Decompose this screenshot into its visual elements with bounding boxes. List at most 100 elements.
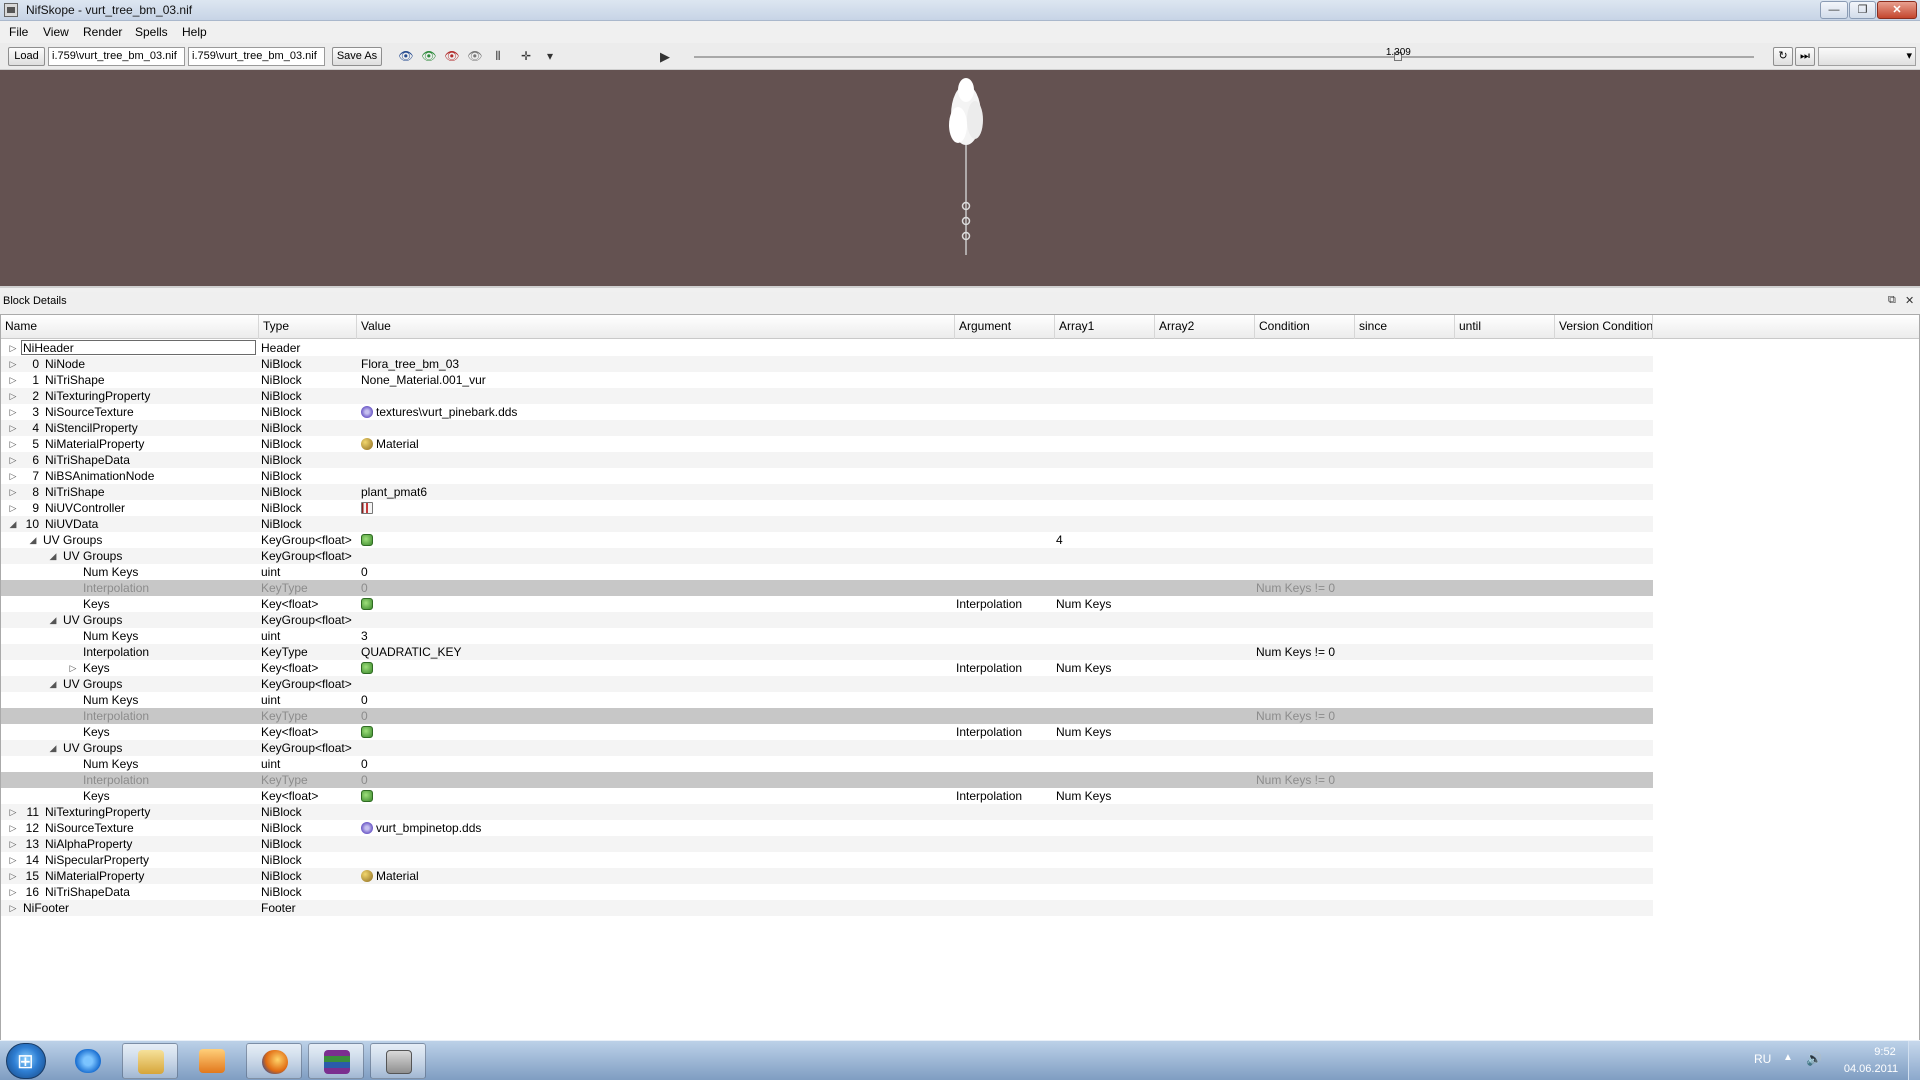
row-value[interactable]	[361, 836, 951, 852]
animation-sequence-select[interactable]	[1818, 47, 1916, 66]
tree-row[interactable]: ▷ 9 NiUVController NiBlock	[1, 500, 1653, 516]
tree-row[interactable]: Num Keys uint 0	[1, 564, 1653, 580]
collapse-arrow-icon[interactable]: ◢	[48, 548, 58, 564]
dock-close-button[interactable]: ✕	[1905, 294, 1914, 307]
expand-arrow-icon[interactable]: ▷	[8, 372, 18, 388]
row-value[interactable]	[361, 884, 951, 900]
collapse-arrow-icon[interactable]: ◢	[28, 532, 38, 548]
save-path-field[interactable]: i.759\vurt_tree_bm_03.nif	[188, 47, 325, 66]
tree-row[interactable]: ▷ 3 NiSourceTexture NiBlock textures\vurt_pi…	[1, 404, 1653, 420]
walk-mode-icon[interactable]: ⫴	[490, 49, 506, 64]
expand-arrow-icon[interactable]: ▷	[68, 660, 78, 676]
row-value[interactable]	[361, 548, 951, 564]
row-value[interactable]: 3	[361, 628, 951, 644]
language-indicator[interactable]: RU	[1754, 1052, 1771, 1066]
block-details-tree[interactable]: Name Type Value Argument Array1 Array2 C…	[0, 314, 1920, 1041]
row-value[interactable]	[361, 676, 951, 692]
expand-arrow-icon[interactable]: ▷	[8, 500, 18, 516]
tree-row[interactable]: ▷ NiHeader Header	[1, 340, 1653, 356]
winrar-icon[interactable]	[308, 1043, 364, 1079]
row-value[interactable]	[361, 724, 951, 740]
load-path-field[interactable]: i.759\vurt_tree_bm_03.nif	[48, 47, 185, 66]
internet-explorer-icon[interactable]	[60, 1043, 116, 1079]
play-icon[interactable]: ▶	[660, 49, 670, 65]
expand-arrow-icon[interactable]: ▷	[8, 340, 18, 356]
tree-row[interactable]: ▷ 11 NiTexturingProperty NiBlock	[1, 804, 1653, 820]
row-value[interactable]	[361, 596, 951, 612]
menu-render[interactable]: Render	[83, 25, 122, 39]
row-value[interactable]	[361, 340, 951, 356]
expand-arrow-icon[interactable]: ▷	[8, 820, 18, 836]
tree-row[interactable]: ▷ 13 NiAlphaProperty NiBlock	[1, 836, 1653, 852]
menu-view[interactable]: View	[43, 25, 69, 39]
row-value[interactable]: 0	[361, 580, 951, 596]
col-version-condition[interactable]: Version Condition	[1555, 315, 1653, 339]
tree-row[interactable]: ◢ UV Groups KeyGroup<float>	[1, 740, 1653, 756]
row-value[interactable]	[361, 852, 951, 868]
minimize-button[interactable]: —	[1820, 1, 1848, 19]
view-front-icon[interactable]: 👁	[421, 49, 437, 64]
row-value[interactable]	[361, 740, 951, 756]
row-value[interactable]	[361, 900, 951, 916]
load-button[interactable]: Load	[8, 47, 45, 66]
toolbar-dropdown-icon[interactable]: ▾	[542, 49, 558, 64]
tree-row[interactable]: ◢ 10 NiUVData NiBlock	[1, 516, 1653, 532]
tree-row[interactable]: ◢ UV Groups KeyGroup<float> 4	[1, 532, 1653, 548]
expand-arrow-icon[interactable]: ▷	[8, 852, 18, 868]
nifskope-icon[interactable]	[370, 1043, 426, 1079]
view-side-icon[interactable]: 👁	[444, 49, 460, 64]
tree-row[interactable]: ◢ UV Groups KeyGroup<float>	[1, 676, 1653, 692]
col-until[interactable]: until	[1455, 315, 1555, 339]
expand-arrow-icon[interactable]: ▷	[8, 420, 18, 436]
col-value[interactable]: Value	[357, 315, 955, 339]
tree-row[interactable]: Keys Key<float> Interpolation Num Keys	[1, 724, 1653, 740]
menu-help[interactable]: Help	[182, 25, 207, 39]
tree-row[interactable]: ◢ UV Groups KeyGroup<float>	[1, 612, 1653, 628]
tree-row[interactable]: Interpolation KeyType 0 Num Keys != 0	[1, 708, 1653, 724]
tree-row[interactable]: Num Keys uint 0	[1, 692, 1653, 708]
col-condition[interactable]: Condition	[1255, 315, 1355, 339]
expand-arrow-icon[interactable]: ▷	[8, 468, 18, 484]
expand-arrow-icon[interactable]: ▷	[8, 484, 18, 500]
row-value[interactable]	[361, 500, 951, 516]
tree-row[interactable]: Keys Key<float> Interpolation Num Keys	[1, 788, 1653, 804]
col-array1[interactable]: Array1	[1055, 315, 1155, 339]
expand-arrow-icon[interactable]: ▷	[8, 356, 18, 372]
row-value[interactable]: 0	[361, 564, 951, 580]
tree-row[interactable]: ◢ UV Groups KeyGroup<float>	[1, 548, 1653, 564]
row-value[interactable]: Material	[361, 436, 951, 452]
collapse-arrow-icon[interactable]: ◢	[48, 612, 58, 628]
tree-row[interactable]: ▷ 15 NiMaterialProperty NiBlock Material	[1, 868, 1653, 884]
time-slider[interactable]	[694, 56, 1754, 58]
tree-row[interactable]: Interpolation KeyType QUADRATIC_KEY Num Key…	[1, 644, 1653, 660]
render-viewport[interactable]	[0, 70, 1920, 288]
tree-row[interactable]: Keys Key<float> Interpolation Num Keys	[1, 596, 1653, 612]
row-value[interactable]: 0	[361, 708, 951, 724]
maximize-button[interactable]: ❐	[1849, 1, 1876, 19]
row-value[interactable]	[361, 420, 951, 436]
show-desktop-button[interactable]	[1908, 1041, 1920, 1080]
expand-arrow-icon[interactable]: ▷	[8, 884, 18, 900]
expand-arrow-icon[interactable]: ▷	[8, 804, 18, 820]
tray-expand-icon[interactable]: ▲	[1783, 1052, 1793, 1063]
row-value[interactable]	[361, 804, 951, 820]
clock-date[interactable]: 04.06.2011	[1836, 1063, 1906, 1075]
volume-icon[interactable]: 🔊	[1806, 1051, 1822, 1067]
view-top-icon[interactable]: 👁	[398, 49, 414, 64]
tree-row[interactable]: ▷ Keys Key<float> Interpolation Num Keys	[1, 660, 1653, 676]
switch-sequence-icon[interactable]: ⏭	[1795, 47, 1815, 66]
row-value[interactable]	[361, 532, 951, 548]
row-value[interactable]	[361, 388, 951, 404]
tree-row[interactable]: Num Keys uint 3	[1, 628, 1653, 644]
explorer-folder-icon[interactable]	[122, 1043, 178, 1079]
tree-row[interactable]: ▷ 12 NiSourceTexture NiBlock vurt_bmpinetop.…	[1, 820, 1653, 836]
col-name[interactable]: Name	[1, 315, 259, 339]
col-type[interactable]: Type	[259, 315, 357, 339]
axis-flip-icon[interactable]: ✛	[518, 49, 534, 64]
row-value[interactable]	[361, 468, 951, 484]
tree-row[interactable]: ▷ 0 NiNode NiBlock Flora_tree_bm_03	[1, 356, 1653, 372]
row-value[interactable]: Material	[361, 868, 951, 884]
row-value[interactable]: textures\vurt_pinebark.dds	[361, 404, 951, 420]
tree-row[interactable]: ▷ 5 NiMaterialProperty NiBlock Material	[1, 436, 1653, 452]
menu-spells[interactable]: Spells	[135, 25, 168, 39]
